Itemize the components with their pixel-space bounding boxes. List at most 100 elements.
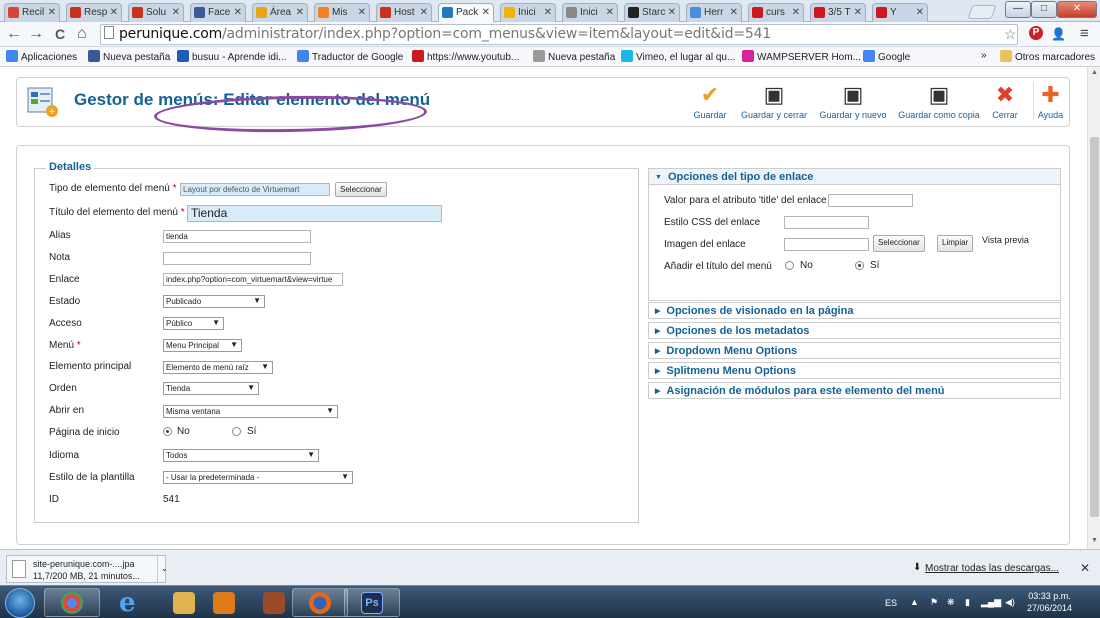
close-tab-icon[interactable]: ✕ [730,7,738,18]
browser-tab[interactable]: Face ✕ [190,3,246,22]
browser-tab[interactable]: Solu ✕ [128,3,184,22]
panel-module-assignment[interactable]: ▶ Asignación de módulos para este element… [648,382,1061,399]
browser-tab[interactable]: Inici ✕ [562,3,618,22]
menu-item-title-input[interactable]: Tienda [187,205,442,222]
close-tab-icon[interactable]: ✕ [110,7,118,18]
save-button[interactable]: ✔ Guardar [692,82,728,120]
browser-tab[interactable]: Starc ✕ [624,3,680,22]
taskbar-ie[interactable]: e [102,588,158,617]
close-button[interactable]: ✖ Cerrar [987,82,1023,120]
start-button[interactable] [5,588,35,618]
close-tab-icon[interactable]: ✕ [916,7,924,18]
browser-tab[interactable]: Resp ✕ [66,3,122,22]
close-tab-icon[interactable]: ✕ [606,7,614,18]
close-tab-icon[interactable]: ✕ [482,7,490,18]
panel-dropdown-options[interactable]: ▶ Dropdown Menu Options [648,342,1061,359]
taskbar-media-player[interactable] [196,588,252,617]
template-style-select[interactable]: - Usar la predeterminada - ▼ [163,471,353,484]
bookmark-star-icon[interactable]: ☆ [1004,26,1017,42]
taskbar-chrome[interactable] [44,588,100,617]
link-input[interactable]: index.php?option=com_virtuemart&view=vir… [163,273,343,286]
close-tab-icon[interactable]: ✕ [296,7,304,18]
add-title-no-radio[interactable] [785,261,794,270]
taskbar-photoshop[interactable]: Ps [344,588,400,617]
browser-tab[interactable]: 3/5 T ✕ [810,3,866,22]
download-item[interactable]: site-perunique.com-....jpa 11,7/200 MB, … [6,555,168,583]
save-close-button[interactable]: ▣ Guardar y cerrar [738,82,810,120]
scroll-down-icon[interactable]: ▼ [1091,537,1098,544]
forward-button[interactable]: → [28,25,44,43]
close-tab-icon[interactable]: ✕ [544,7,552,18]
image-clear-button[interactable]: Limpiar [937,235,974,252]
back-button[interactable]: ← [6,25,22,43]
scroll-up-icon[interactable]: ▲ [1091,69,1098,76]
browser-tab[interactable]: Inici ✕ [500,3,556,22]
ordering-select[interactable]: Tienda ▼ [163,382,259,395]
volume-icon[interactable]: ◀) [1005,597,1015,608]
browser-tab[interactable]: Host ✕ [376,3,432,22]
bookmark-item[interactable]: busuu - Aprende idi... [177,50,287,63]
status-select[interactable]: Publicado ▼ [163,295,265,308]
menu-select[interactable]: Menu Principal ▼ [163,339,242,352]
panel-metadata-options[interactable]: ▶ Opciones de los metadatos [648,322,1061,339]
bookmark-item[interactable]: Aplicaciones [6,50,77,63]
action-center-flag-icon[interactable]: ⚑ [930,597,938,608]
show-all-downloads-link[interactable]: Mostrar todas las descargas... [925,563,1059,574]
close-tab-icon[interactable]: ✕ [668,7,676,18]
menu-item-type-input[interactable]: Layout por defecto de Virtuemart [180,183,330,196]
network-icon[interactable]: ❋ [947,597,955,608]
panel-display-options[interactable]: ▶ Opciones de visionado en la página [648,302,1061,319]
image-select-button[interactable]: Seleccionar [873,235,925,252]
bookmark-item[interactable]: Traductor de Google [297,50,403,63]
bookmark-item[interactable]: Nueva pestaña [88,50,170,63]
select-type-button[interactable]: Seleccionar [335,182,387,197]
close-tab-icon[interactable]: ✕ [420,7,428,18]
bookmark-item[interactable]: https://www.youtub... [412,50,519,63]
bookmark-item[interactable]: Google [863,50,910,63]
scrollbar-thumb[interactable] [1090,137,1099,517]
bookmarks-more-button[interactable]: » [981,50,987,61]
alias-input[interactable]: tienda [163,230,311,243]
page-scrollbar[interactable]: ▲ ▼ [1087,67,1100,549]
close-tab-icon[interactable]: ✕ [358,7,366,18]
browser-tab[interactable]: Y ✕ [872,3,928,22]
tray-expand-icon[interactable]: ▲ [910,597,919,607]
help-button[interactable]: ✚ Ayuda [1033,82,1067,120]
close-tab-icon[interactable]: ✕ [48,7,56,18]
reload-button[interactable]: C [55,25,65,43]
panel-splitmenu-options[interactable]: ▶ Splitmenu Menu Options [648,362,1061,379]
title-attr-input[interactable] [828,194,913,207]
browser-tab[interactable]: Pack ✕ [438,3,494,23]
browser-tab[interactable]: Herr ✕ [686,3,742,22]
link-options-header[interactable]: ▼ Opciones del tipo de enlace [648,168,1061,185]
close-tab-icon[interactable]: ✕ [854,7,862,18]
close-tab-icon[interactable]: ✕ [234,7,242,18]
taskbar-firefox[interactable] [292,588,348,617]
bookmark-item[interactable]: Nueva pestaña [533,50,615,63]
other-bookmarks[interactable]: Otros marcadores [1000,50,1095,63]
chrome-menu-icon[interactable]: ≡ [1080,26,1089,42]
battery-icon[interactable]: ▮ [965,597,970,608]
window-close-button[interactable]: ✕ [1057,1,1097,18]
language-indicator[interactable]: ES [885,598,897,608]
target-window-select[interactable]: Misma ventana ▼ [163,405,338,418]
taskbar-clock[interactable]: 03:33 p.m. 27/06/2014 [1027,590,1072,614]
access-select[interactable]: Público ▼ [163,317,224,330]
bookmark-item[interactable]: WAMPSERVER Hom... [742,50,861,63]
home-button[interactable]: ⌂ [77,25,87,43]
close-tab-icon[interactable]: ✕ [792,7,800,18]
browser-tab[interactable]: Mis ✕ [314,3,370,22]
pinterest-icon[interactable]: P [1029,26,1043,40]
parent-item-select[interactable]: Elemento de menú raíz ▼ [163,361,273,374]
language-select[interactable]: Todos ▼ [163,449,319,462]
link-image-input[interactable] [784,238,869,251]
save-new-button[interactable]: ▣ Guardar y nuevo [818,82,888,120]
home-yes-radio[interactable] [232,427,241,436]
note-input[interactable] [163,252,311,265]
close-tab-icon[interactable]: ✕ [172,7,180,18]
browser-tab[interactable]: Área ✕ [252,3,308,22]
bookmark-item[interactable]: Vimeo, el lugar al qu... [621,50,735,63]
save-copy-button[interactable]: ▣ Guardar como copia [897,82,981,120]
download-menu-chevron-icon[interactable]: ⌄ [157,556,171,582]
window-maximize-button[interactable]: □ [1031,1,1057,18]
